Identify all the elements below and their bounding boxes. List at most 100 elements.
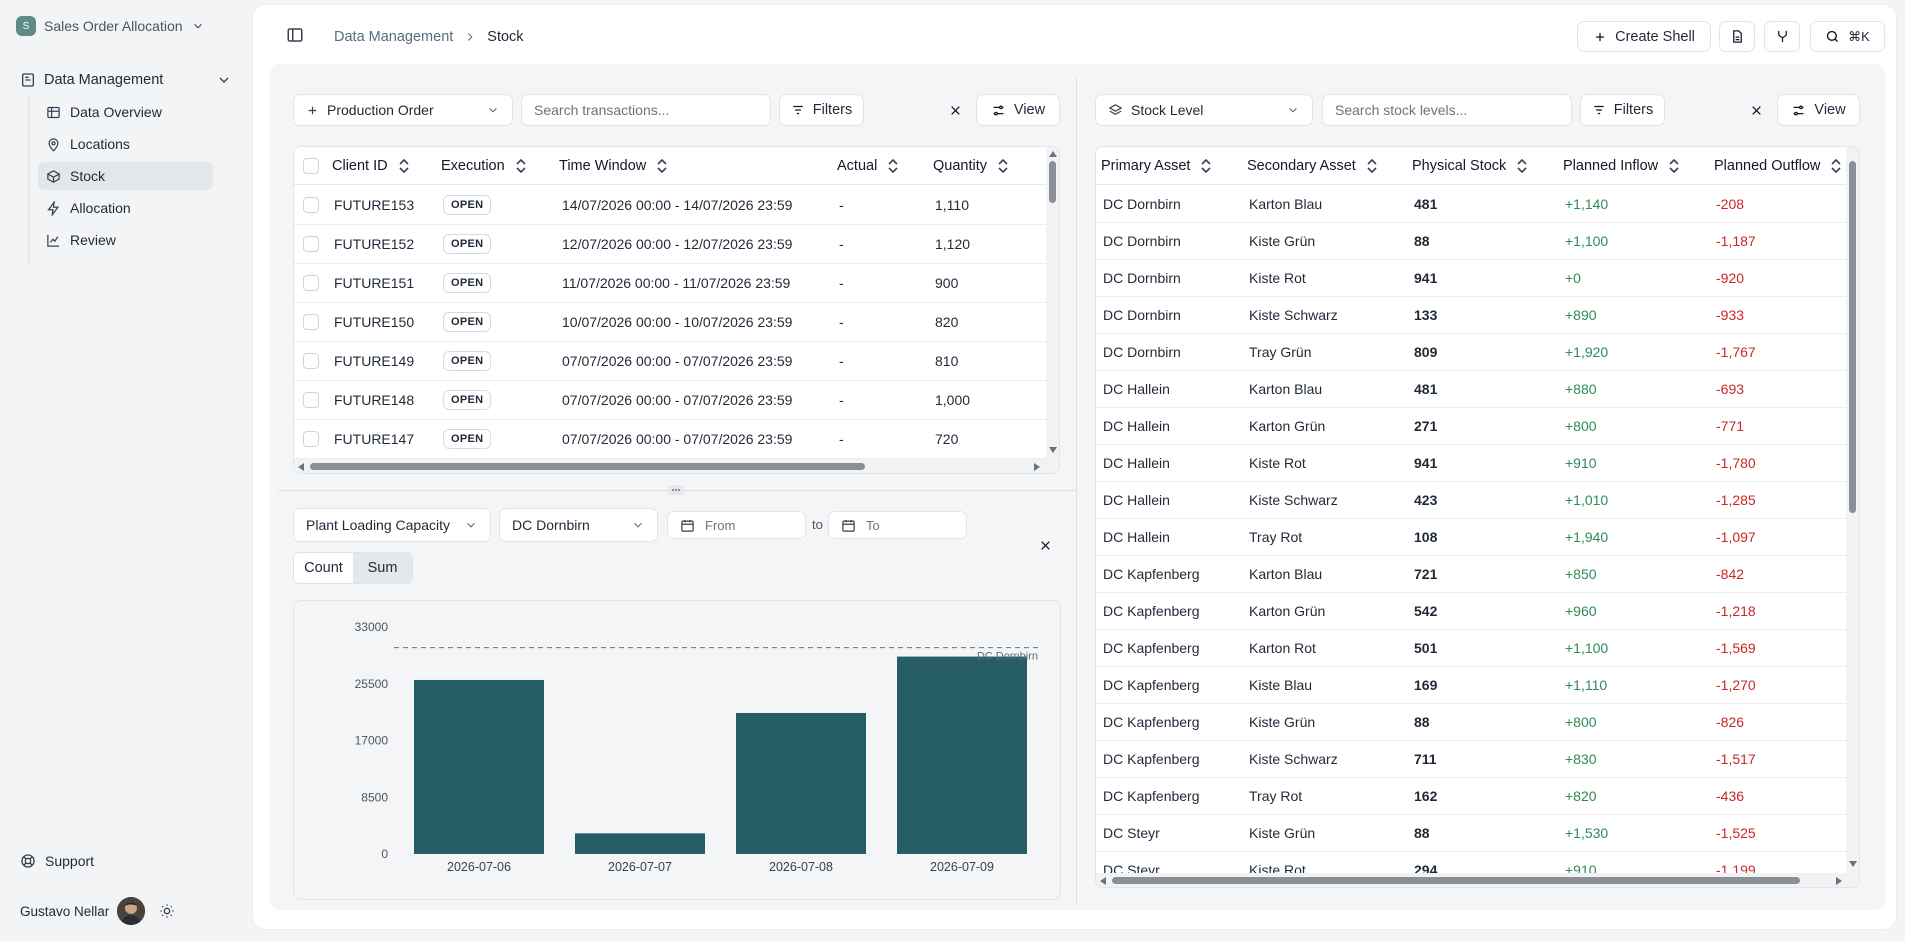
- table-row[interactable]: FUTURE153 OPEN 14/07/2026 00:00 - 14/07/…: [294, 186, 1046, 225]
- to-date-input[interactable]: To: [828, 511, 967, 539]
- table-row[interactable]: FUTURE147 OPEN 07/07/2026 00:00 - 07/07/…: [294, 420, 1046, 459]
- view-button[interactable]: View: [976, 94, 1060, 126]
- table-row[interactable]: DC Kapfenberg Kiste Schwarz 711 +830 -1,517: [1096, 741, 1846, 778]
- sidebar-item-locations[interactable]: Locations: [38, 130, 213, 158]
- view-button[interactable]: View: [1777, 94, 1860, 126]
- row-checkbox[interactable]: [303, 381, 319, 419]
- filters-button[interactable]: Filters: [779, 94, 864, 126]
- planned-inflow-cell: +1,140: [1565, 196, 1609, 212]
- column-header-planned-outflow[interactable]: Planned Outflow: [1714, 147, 1842, 185]
- table-row[interactable]: DC Hallein Kiste Schwarz 423 +1,010 -1,285: [1096, 482, 1846, 519]
- row-checkbox[interactable]: [303, 264, 319, 302]
- create-shell-button[interactable]: Create Shell: [1577, 21, 1711, 52]
- row-checkbox[interactable]: [303, 303, 319, 341]
- column-header-primary-asset[interactable]: Primary Asset: [1101, 147, 1212, 185]
- execution-cell: OPEN: [443, 225, 492, 263]
- table-row[interactable]: DC Dornbirn Kiste Grün 88 +1,100 -1,187: [1096, 223, 1846, 260]
- planned-outflow-cell: -208: [1716, 196, 1745, 212]
- sidebar-item-review[interactable]: Review: [38, 226, 213, 254]
- export-document-button[interactable]: [1719, 21, 1755, 52]
- table-row[interactable]: DC Kapfenberg Karton Grün 542 +960 -1,218: [1096, 593, 1846, 630]
- physical-stock-cell: 501: [1414, 640, 1438, 656]
- sidebar-item-data-overview[interactable]: Data Overview: [38, 98, 213, 126]
- vertical-scrollbar[interactable]: [1846, 147, 1859, 873]
- physical-stock-cell: 481: [1414, 381, 1438, 397]
- command-search-button[interactable]: ⌘K: [1810, 21, 1885, 52]
- git-fork-icon: [1777, 30, 1787, 43]
- table-row[interactable]: DC Dornbirn Tray Grün 809 +1,920 -1,767: [1096, 334, 1846, 371]
- row-checkbox[interactable]: [303, 420, 319, 458]
- from-date-input[interactable]: From: [667, 511, 806, 539]
- vertical-scrollbar[interactable]: [1046, 147, 1059, 459]
- horizontal-scrollbar[interactable]: [294, 459, 1059, 473]
- count-toggle-button[interactable]: Count: [294, 553, 353, 583]
- table-row[interactable]: DC Kapfenberg Karton Blau 721 +850 -842: [1096, 556, 1846, 593]
- close-icon[interactable]: [945, 100, 965, 120]
- sort-icon: [1517, 159, 1527, 173]
- table-row[interactable]: DC Dornbirn Kiste Rot 941 +0 -920: [1096, 260, 1846, 297]
- select-all-checkbox[interactable]: [303, 147, 319, 185]
- transaction-type-select[interactable]: Production Order: [293, 94, 513, 126]
- sun-icon[interactable]: [159, 903, 175, 919]
- table-row[interactable]: DC Hallein Kiste Rot 941 +910 -1,780: [1096, 445, 1846, 482]
- user-menu[interactable]: Gustavo Nellar: [20, 896, 175, 926]
- table-row[interactable]: DC Kapfenberg Tray Rot 162 +820 -436: [1096, 778, 1846, 815]
- branch-button[interactable]: [1764, 21, 1800, 52]
- table-row[interactable]: DC Steyr Kiste Grün 88 +1,530 -1,525: [1096, 815, 1846, 852]
- column-header-physical-stock[interactable]: Physical Stock: [1412, 147, 1528, 185]
- table-row[interactable]: FUTURE152 OPEN 12/07/2026 00:00 - 12/07/…: [294, 225, 1046, 264]
- table-row[interactable]: FUTURE148 OPEN 07/07/2026 00:00 - 07/07/…: [294, 381, 1046, 420]
- chevron-down-icon: [1289, 107, 1297, 113]
- breadcrumb-link[interactable]: Data Management: [334, 29, 453, 45]
- table-row[interactable]: DC Kapfenberg Kiste Blau 169 +1,110 -1,270: [1096, 667, 1846, 704]
- table-row[interactable]: DC Dornbirn Kiste Schwarz 133 +890 -933: [1096, 297, 1846, 334]
- column-label: Physical Stock: [1412, 158, 1507, 174]
- support-link[interactable]: Support: [20, 850, 94, 872]
- metric-select[interactable]: Plant Loading Capacity: [293, 508, 491, 542]
- table-row[interactable]: FUTURE149 OPEN 07/07/2026 00:00 - 07/07/…: [294, 342, 1046, 381]
- horizontal-scrollbar[interactable]: [1096, 873, 1859, 887]
- planned-outflow-cell: -1,569: [1716, 640, 1756, 656]
- sidebar-section-data-management[interactable]: Data Management: [20, 68, 232, 92]
- table-row[interactable]: DC Hallein Tray Rot 108 +1,940 -1,097: [1096, 519, 1846, 556]
- stock-search-input[interactable]: Search stock levels...: [1322, 94, 1572, 126]
- close-icon[interactable]: [1035, 535, 1055, 555]
- close-icon[interactable]: [1746, 100, 1766, 120]
- location-select[interactable]: DC Dornbirn: [499, 508, 658, 542]
- row-checkbox[interactable]: [303, 342, 319, 380]
- column-header-actual[interactable]: Actual: [837, 147, 899, 185]
- table-row[interactable]: FUTURE151 OPEN 11/07/2026 00:00 - 11/07/…: [294, 264, 1046, 303]
- sidebar-item-allocation[interactable]: Allocation: [38, 194, 213, 222]
- filters-label: Filters: [1613, 102, 1654, 118]
- column-header-time-window[interactable]: Time Window: [559, 147, 668, 185]
- transaction-search-input[interactable]: Search transactions...: [521, 94, 771, 126]
- row-checkbox[interactable]: [303, 186, 319, 224]
- table-row[interactable]: DC Kapfenberg Karton Rot 501 +1,100 -1,569: [1096, 630, 1846, 667]
- table-icon: [47, 106, 60, 118]
- table-row[interactable]: DC Dornbirn Karton Blau 481 +1,140 -208: [1096, 186, 1846, 223]
- app-switcher[interactable]: S Sales Order Allocation: [16, 14, 205, 38]
- sort-icon: [399, 159, 409, 173]
- column-header-execution[interactable]: Execution: [441, 147, 527, 185]
- stock-type-select[interactable]: Stock Level: [1095, 94, 1313, 126]
- column-header-secondary-asset[interactable]: Secondary Asset: [1247, 147, 1378, 185]
- sum-toggle-button[interactable]: Sum: [353, 553, 412, 583]
- row-checkbox[interactable]: [303, 225, 319, 263]
- time-window-cell: 07/07/2026 00:00 - 07/07/2026 23:59: [562, 431, 793, 447]
- table-row[interactable]: DC Hallein Karton Blau 481 +880 -693: [1096, 371, 1846, 408]
- reference-line-label: DC Dornbirn: [977, 651, 1038, 663]
- layers-icon: [1108, 103, 1123, 115]
- table-row[interactable]: DC Kapfenberg Kiste Grün 88 +800 -826: [1096, 704, 1846, 741]
- filters-button[interactable]: Filters: [1580, 94, 1665, 126]
- resize-handle-icon[interactable]: [668, 485, 684, 495]
- table-row[interactable]: DC Hallein Karton Grün 271 +800 -771: [1096, 408, 1846, 445]
- sidebar-item-stock[interactable]: Stock: [38, 162, 213, 190]
- primary-asset-cell: DC Dornbirn: [1103, 270, 1181, 286]
- toggle-sidebar-icon[interactable]: [286, 26, 304, 44]
- column-header-planned-inflow[interactable]: Planned Inflow: [1563, 147, 1680, 185]
- sidebar-item-label: Stock: [70, 168, 106, 184]
- column-header-quantity[interactable]: Quantity: [933, 147, 1009, 185]
- table-row[interactable]: FUTURE150 OPEN 10/07/2026 00:00 - 10/07/…: [294, 303, 1046, 342]
- column-header-client-id[interactable]: Client ID: [332, 147, 410, 185]
- panel-divider-vertical[interactable]: [1076, 78, 1077, 904]
